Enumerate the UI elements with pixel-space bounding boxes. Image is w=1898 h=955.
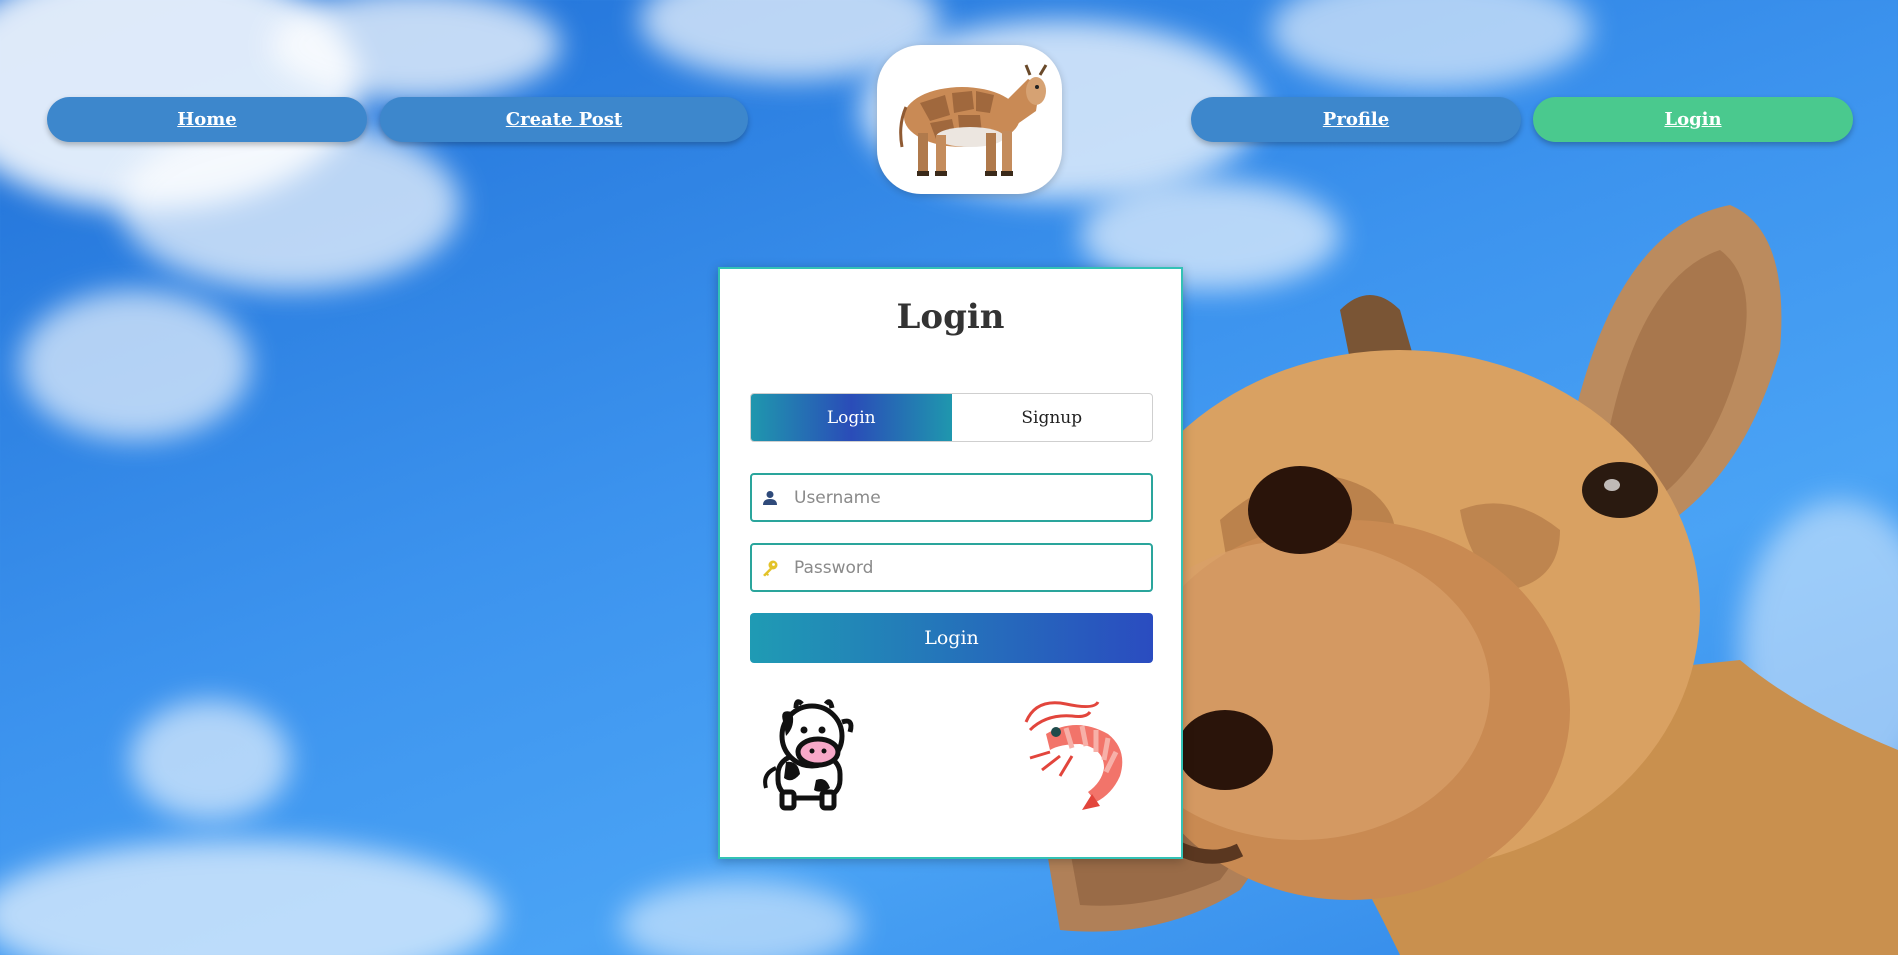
logo[interactable]: [877, 45, 1062, 194]
nav-home-link[interactable]: Home: [47, 97, 367, 142]
password-input[interactable]: [788, 545, 1151, 590]
auth-tabs: Login Signup: [750, 393, 1153, 442]
nav-create-post-link[interactable]: Create Post: [380, 97, 748, 142]
username-input[interactable]: [788, 475, 1151, 520]
tab-signup[interactable]: Signup: [952, 394, 1153, 441]
cow-cartoon-icon: [763, 699, 854, 811]
login-card: Login Login Signup Login: [718, 267, 1183, 859]
shrimp-icon: [1024, 701, 1123, 810]
card-title: Login: [896, 297, 1005, 337]
password-field-wrapper: [750, 543, 1153, 592]
cow-logo-icon: [898, 63, 1047, 176]
key-icon: [752, 559, 788, 577]
username-field-wrapper: [750, 473, 1153, 522]
nav-login-link[interactable]: Login: [1533, 97, 1853, 142]
nav-profile-link[interactable]: Profile: [1191, 97, 1521, 142]
login-submit-button[interactable]: Login: [750, 613, 1153, 663]
tab-login[interactable]: Login: [751, 394, 952, 441]
user-icon: [752, 490, 788, 506]
